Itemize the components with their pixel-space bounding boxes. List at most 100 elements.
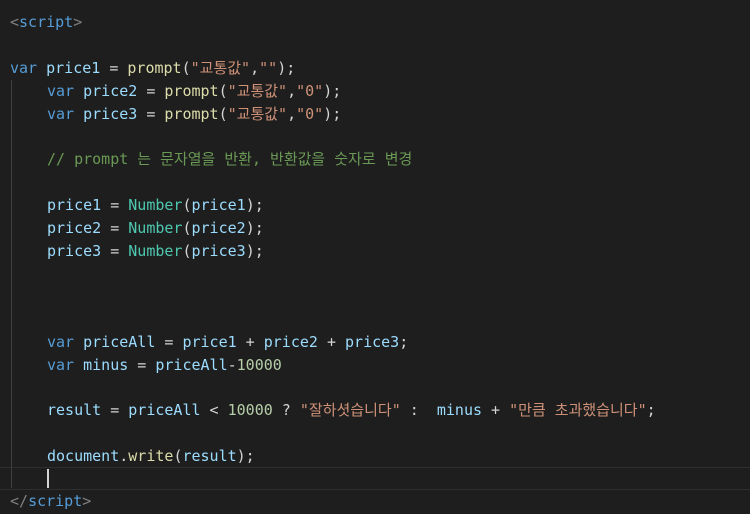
punctuation: , (250, 59, 260, 77)
operator: = (101, 242, 129, 260)
punctuation: , (287, 105, 297, 123)
variable: price1 (47, 196, 102, 214)
function-name: write (128, 447, 174, 465)
variable: price2 (191, 219, 246, 237)
tag-name: script (19, 13, 74, 31)
function-name: prompt (164, 82, 219, 100)
punctuation: ); (277, 59, 296, 77)
punctuation: . (119, 447, 129, 465)
operator: + (482, 401, 510, 419)
comment: // prompt 는 문자열을 반환, 반환값을 숫자로 변경 (47, 150, 413, 168)
punctuation: ; (646, 401, 656, 419)
operator: = (101, 196, 129, 214)
punctuation: , (287, 82, 297, 100)
variable: priceAll (155, 356, 228, 374)
variable: price3 (191, 242, 246, 260)
punctuation: ( (182, 242, 192, 260)
variable: price3 (345, 333, 400, 351)
number-literal: 10000 (236, 356, 282, 374)
variable: priceAll (128, 401, 201, 419)
punctuation: ( (218, 82, 228, 100)
code-line-1[interactable]: <script> (10, 11, 82, 34)
code-line-3[interactable]: var price1 = prompt("교통값",""); (10, 57, 295, 80)
punctuation: ( (181, 59, 191, 77)
tag-bracket: < (10, 13, 20, 31)
text-cursor (47, 469, 49, 488)
string: "교통값" (227, 82, 288, 100)
variable: price3 (83, 105, 138, 123)
class-name: Number (128, 242, 183, 260)
code-line-5[interactable]: var price3 = prompt("교통값","0"); (47, 103, 341, 126)
operator: = (137, 105, 165, 123)
keyword: var (47, 82, 75, 100)
code-line-18[interactable]: result = priceAll < 10000 ? "잘하셧습니다" : m… (47, 399, 656, 422)
punctuation: ( (182, 219, 192, 237)
variable: minus (83, 356, 129, 374)
tag-bracket: </ (10, 492, 29, 510)
variable: price1 (191, 196, 246, 214)
variable: price2 (263, 333, 318, 351)
variable: price3 (47, 242, 102, 260)
variable: price2 (47, 219, 102, 237)
string: "0" (296, 105, 324, 123)
string: "교통값" (190, 59, 251, 77)
variable: price2 (83, 82, 138, 100)
string: "교통값" (227, 105, 288, 123)
punctuation: ); (245, 242, 264, 260)
keyword: var (10, 59, 38, 77)
operator: < (200, 401, 228, 419)
indent-guide (11, 80, 12, 488)
operator: = (101, 219, 129, 237)
keyword: var (47, 356, 75, 374)
code-line-9[interactable]: price1 = Number(price1); (47, 194, 264, 217)
function-name: prompt (164, 105, 219, 123)
variable: result (47, 401, 102, 419)
variable: document (47, 447, 120, 465)
class-name: Number (128, 219, 183, 237)
code-line-15[interactable]: var priceAll = price1 + price2 + price3; (47, 331, 408, 354)
code-line-7[interactable]: // prompt 는 문자열을 반환, 반환값을 숫자로 변경 (47, 148, 412, 171)
operator: - (227, 356, 237, 374)
code-line-10[interactable]: price2 = Number(price2); (47, 217, 264, 240)
operator: = (137, 82, 165, 100)
code-line-22[interactable]: </script> (10, 490, 91, 513)
operator: = (155, 333, 183, 351)
tag-bracket: > (82, 492, 92, 510)
operator: = (100, 59, 128, 77)
string: "0" (296, 82, 324, 100)
operator: ? (272, 401, 300, 419)
variable: price1 (46, 59, 101, 77)
code-editor[interactable]: <script> var price1 = prompt("교통값",""); … (0, 0, 750, 514)
keyword: var (47, 333, 75, 351)
punctuation: ); (236, 447, 255, 465)
variable: price1 (182, 333, 237, 351)
variable: priceAll (83, 333, 156, 351)
tag-name: script (28, 492, 83, 510)
punctuation: ); (245, 219, 264, 237)
operator: : (400, 401, 437, 419)
variable: minus (436, 401, 483, 419)
function-name: prompt (127, 59, 182, 77)
punctuation: ( (218, 105, 228, 123)
string: "만큼 초과했습니다" (509, 401, 647, 419)
operator: = (101, 401, 129, 419)
class-name: Number (128, 196, 183, 214)
code-line-16[interactable]: var minus = priceAll-10000 (47, 354, 282, 377)
current-line-highlight (0, 467, 750, 490)
string: "잘하셧습니다" (299, 401, 401, 419)
code-line-4[interactable]: var price2 = prompt("교통값","0"); (47, 80, 341, 103)
code-line-11[interactable]: price3 = Number(price3); (47, 240, 264, 263)
operator: + (317, 333, 346, 351)
number-literal: 10000 (227, 401, 273, 419)
variable: result (182, 447, 237, 465)
punctuation: ( (182, 196, 192, 214)
keyword: var (47, 105, 75, 123)
string: "" (259, 59, 278, 77)
punctuation: ); (323, 82, 342, 100)
operator: + (236, 333, 264, 351)
punctuation: ); (323, 105, 342, 123)
operator: = (128, 356, 156, 374)
code-line-20[interactable]: document.write(result); (47, 445, 255, 468)
punctuation: ; (399, 333, 409, 351)
punctuation: ); (245, 196, 264, 214)
